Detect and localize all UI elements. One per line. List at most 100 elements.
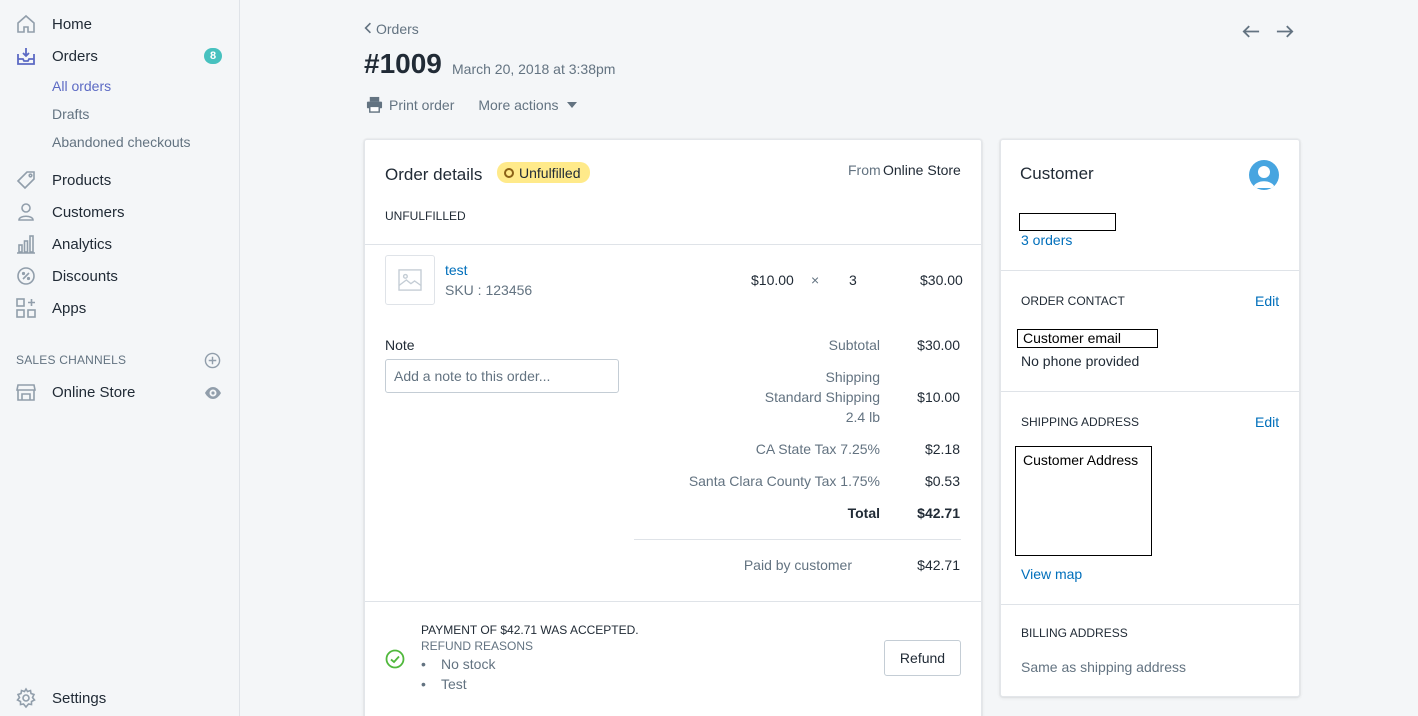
list-bullet: • bbox=[421, 676, 426, 692]
apps-icon bbox=[15, 297, 37, 319]
add-sales-channel-icon[interactable] bbox=[204, 352, 221, 369]
line-item-name-link[interactable]: test bbox=[445, 262, 468, 278]
sidebar-item-products[interactable]: Products bbox=[0, 166, 240, 194]
shipping-address: Customer Address bbox=[1015, 446, 1152, 556]
breadcrumb-orders-link: Orders bbox=[376, 21, 419, 37]
caret-down-icon bbox=[566, 101, 577, 108]
paid-by-customer-label: Paid by customer bbox=[743, 557, 852, 573]
product-thumbnail bbox=[385, 255, 435, 305]
subtotal-label: Subtotal bbox=[828, 337, 880, 353]
check-circle-icon bbox=[385, 649, 405, 669]
line-item-quantity: 3 bbox=[849, 272, 857, 288]
sidebar-subitem-all-orders[interactable]: All orders bbox=[52, 78, 111, 94]
paid-by-customer-value: $42.71 bbox=[917, 557, 960, 573]
line-item-total: $30.00 bbox=[920, 272, 963, 288]
sidebar-item-label: Customers bbox=[52, 203, 125, 221]
sidebar-item-orders[interactable]: Orders 8 bbox=[0, 42, 240, 70]
image-placeholder-icon bbox=[398, 269, 422, 291]
shipping-method: Standard Shipping bbox=[764, 389, 880, 405]
sidebar-item-analytics[interactable]: Analytics bbox=[0, 230, 240, 258]
printer-icon bbox=[366, 96, 383, 113]
shipping-address-title: SHIPPING ADDRESS bbox=[1021, 415, 1140, 429]
discount-icon bbox=[15, 265, 37, 287]
sidebar-item-label: Discounts bbox=[52, 267, 118, 285]
refund-button[interactable]: Refund bbox=[884, 640, 961, 676]
status-dot-icon bbox=[504, 167, 514, 178]
subtotal-value: $30.00 bbox=[917, 337, 960, 353]
sidebar-item-label: Orders bbox=[52, 47, 98, 65]
page-title: #1009 bbox=[364, 48, 442, 79]
edit-contact-link[interactable]: Edit bbox=[1255, 293, 1279, 309]
sales-channels-title: SALES CHANNELS bbox=[16, 353, 127, 367]
sidebar-subitem-abandoned-checkouts[interactable]: Abandoned checkouts bbox=[52, 134, 191, 150]
breadcrumb[interactable]: Orders bbox=[364, 21, 419, 37]
shipping-weight: 2.4 lb bbox=[845, 409, 880, 425]
next-order-arrow-icon[interactable] bbox=[1274, 20, 1296, 42]
refund-reason-item: No stock bbox=[441, 656, 496, 672]
sidebar-item-label: Settings bbox=[52, 689, 107, 707]
divider bbox=[634, 539, 961, 540]
ca-tax-label: CA State Tax 7.25% bbox=[755, 441, 880, 457]
refund-reasons-title: REFUND REASONS bbox=[421, 639, 534, 653]
sidebar-item-customers[interactable]: Customers bbox=[0, 198, 240, 226]
more-actions-label: More actions bbox=[478, 96, 559, 113]
divider bbox=[1001, 270, 1299, 271]
view-map-link[interactable]: View map bbox=[1021, 566, 1082, 582]
customer-phone: No phone provided bbox=[1021, 353, 1140, 369]
divider bbox=[1001, 604, 1299, 605]
billing-address-title: BILLING ADDRESS bbox=[1021, 626, 1128, 640]
print-order-button[interactable]: Print order bbox=[366, 96, 454, 113]
order-contact-title: ORDER CONTACT bbox=[1021, 294, 1125, 308]
county-tax-label: Santa Clara County Tax 1.75% bbox=[688, 473, 880, 489]
order-source: Online Store bbox=[883, 162, 961, 178]
divider bbox=[365, 244, 981, 245]
previous-order-arrow-icon[interactable] bbox=[1240, 20, 1262, 42]
chevron-left-icon bbox=[364, 21, 372, 37]
sidebar-item-label: Apps bbox=[52, 299, 87, 317]
divider bbox=[1001, 391, 1299, 392]
shipping-label: Shipping bbox=[825, 369, 881, 385]
refund-reason-item: Test bbox=[441, 676, 467, 692]
sidebar-item-discounts[interactable]: Discounts bbox=[0, 262, 240, 290]
total-value: $42.71 bbox=[917, 505, 960, 521]
ca-tax-value: $2.18 bbox=[924, 441, 960, 457]
sidebar-item-label: Analytics bbox=[52, 235, 113, 253]
more-actions-dropdown[interactable]: More actions bbox=[478, 96, 577, 113]
view-store-eye-icon[interactable] bbox=[204, 386, 222, 400]
order-pagination bbox=[1240, 20, 1296, 42]
sidebar-item-apps[interactable]: Apps bbox=[0, 294, 240, 322]
person-icon bbox=[15, 201, 37, 223]
sidebar-item-label: Home bbox=[52, 15, 93, 33]
customer-name-redacted bbox=[1019, 213, 1116, 231]
shipping-value: $10.00 bbox=[917, 389, 960, 405]
billing-address-text: Same as shipping address bbox=[1021, 659, 1186, 675]
customer-orders-link[interactable]: 3 orders bbox=[1021, 232, 1072, 248]
order-note-input[interactable] bbox=[385, 359, 619, 393]
edit-shipping-link[interactable]: Edit bbox=[1255, 414, 1279, 430]
avatar[interactable] bbox=[1249, 160, 1279, 190]
payment-accepted-text: PAYMENT OF $42.71 WAS ACCEPTED. bbox=[421, 623, 639, 637]
line-item-sku: SKU : 123456 bbox=[445, 282, 533, 298]
order-details-title: Order details bbox=[385, 165, 483, 184]
divider bbox=[365, 601, 981, 602]
sidebar-item-label: Online Store bbox=[52, 383, 136, 401]
county-tax-value: $0.53 bbox=[924, 473, 960, 489]
store-icon bbox=[15, 381, 37, 403]
home-icon bbox=[15, 13, 37, 35]
line-item-price: $10.00 bbox=[751, 272, 794, 288]
orders-icon bbox=[15, 45, 37, 67]
list-bullet: • bbox=[421, 656, 426, 672]
fulfillment-section-label: UNFULFILLED bbox=[385, 209, 466, 223]
sidebar: Home Orders 8 All orders Drafts Abandone… bbox=[0, 0, 240, 716]
customer-title: Customer bbox=[1020, 164, 1094, 183]
page-actions: Print order More actions bbox=[366, 96, 577, 113]
sidebar-item-label: Products bbox=[52, 171, 112, 189]
sidebar-item-home[interactable]: Home bbox=[0, 10, 240, 38]
customer-email: Customer email bbox=[1017, 329, 1158, 348]
multiply-sign: × bbox=[811, 272, 820, 288]
sidebar-item-settings[interactable]: Settings bbox=[0, 684, 240, 712]
sidebar-subitem-drafts[interactable]: Drafts bbox=[52, 106, 89, 122]
bar-chart-icon bbox=[15, 233, 37, 255]
status-badge-label: Unfulfilled bbox=[519, 164, 581, 181]
order-source-prefix: From bbox=[848, 162, 881, 178]
